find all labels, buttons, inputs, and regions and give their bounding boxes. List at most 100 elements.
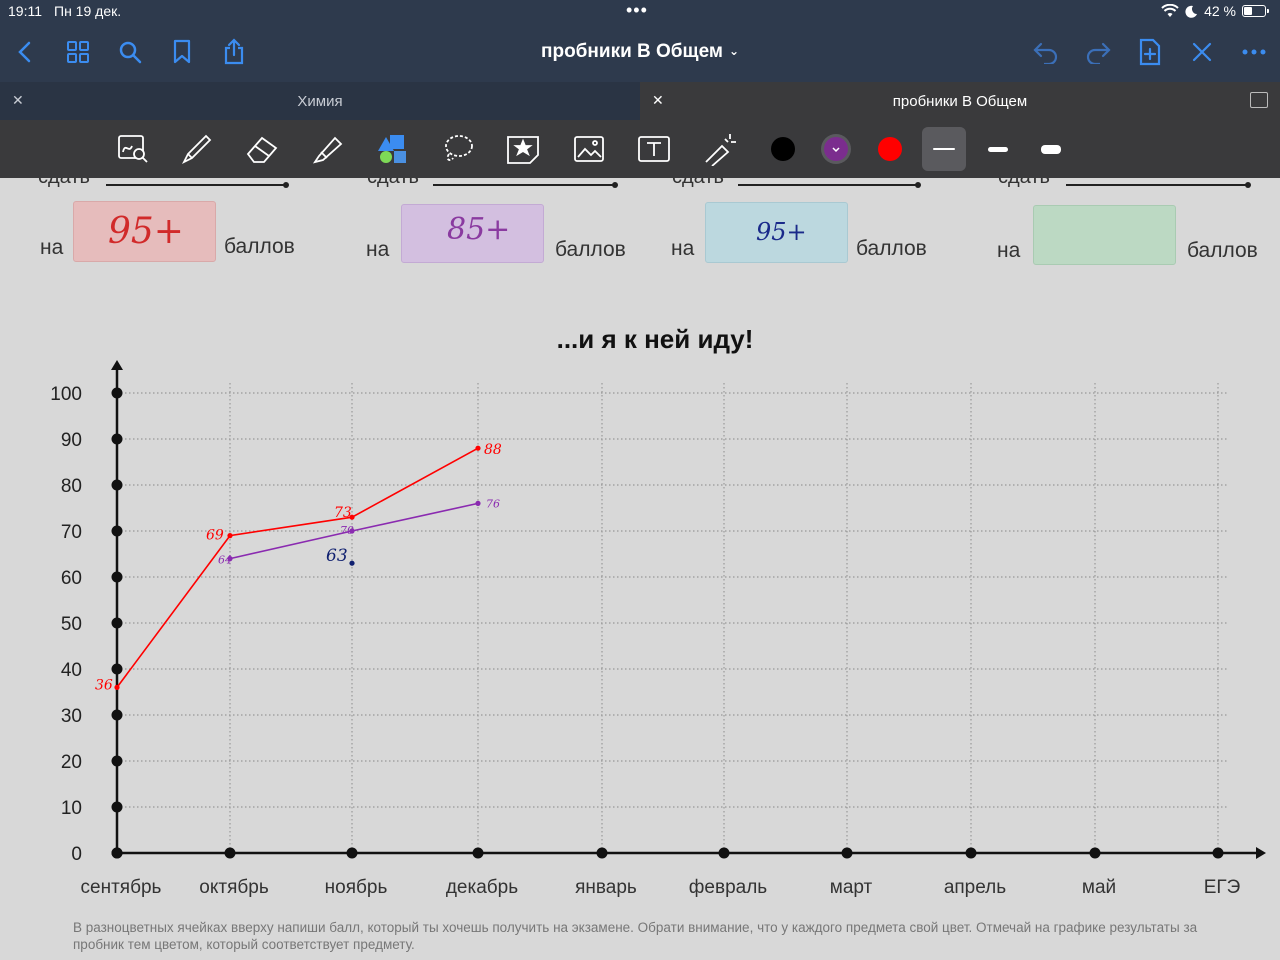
tab-label: пробники В Общем (892, 93, 1028, 110)
tab-bar: ✕ Химия ✕ пробники В Общем (0, 82, 1280, 120)
x-tick-label: февраль (689, 877, 768, 898)
color-black[interactable] (771, 137, 795, 161)
data-label: 73 (334, 505, 352, 521)
pen-close-icon[interactable] (1187, 37, 1217, 67)
x-tick-dot (472, 847, 484, 859)
y-tick-label: 100 (50, 384, 82, 405)
cut-word: сдать (367, 178, 419, 189)
eraser-icon[interactable] (243, 131, 281, 167)
series-line (116, 447, 479, 688)
x-tick-dot (346, 847, 358, 859)
image-icon[interactable] (570, 131, 608, 167)
redo-icon[interactable] (1083, 37, 1113, 67)
split-view-icon[interactable] (1250, 92, 1268, 108)
subject-line (738, 182, 921, 188)
wifi-icon (1161, 4, 1179, 17)
data-label: 64 (218, 554, 232, 567)
y-tick-label: 50 (61, 614, 82, 635)
y-tick-label: 90 (61, 430, 82, 451)
stroke-thin[interactable] (922, 127, 966, 171)
add-page-icon[interactable] (1135, 37, 1165, 67)
tab-chemistry[interactable]: ✕ Химия (0, 82, 640, 120)
data-point (114, 684, 120, 690)
x-tick-dot (965, 847, 977, 859)
y-tick-dot (111, 479, 123, 491)
score-chart[interactable]: 0 10 20 30 40 50 60 70 80 90 100 сентябрь октябрь ноя… (0, 356, 1280, 916)
battery-percent: 42 % (1204, 3, 1236, 19)
shapes-icon[interactable] (374, 131, 412, 167)
laser-pointer-icon[interactable] (701, 131, 739, 167)
status-right: 42 % (1161, 3, 1269, 19)
x-tick-label: март (830, 877, 873, 898)
data-label: 76 (486, 497, 500, 510)
x-tick-label: ЕГЭ (1204, 877, 1241, 898)
y-axis-arrow (111, 360, 123, 370)
target-prefix: на (40, 236, 64, 259)
color-purple[interactable] (824, 137, 848, 161)
y-tick-label: 0 (71, 844, 82, 865)
zoom-window-icon[interactable] (114, 131, 152, 167)
moon-icon (1185, 5, 1198, 18)
notebook-page[interactable]: сдать сдать сдать сдать на 95+ баллов на… (0, 178, 1280, 960)
y-tick-label: 20 (61, 752, 82, 773)
subject-line (433, 182, 618, 188)
undo-icon[interactable] (1031, 37, 1061, 67)
y-tick-dot (111, 571, 123, 583)
subject-line (1066, 182, 1251, 188)
target-suffix: баллов (555, 238, 626, 261)
stroke-medium[interactable] (976, 127, 1020, 171)
data-label: 63 (326, 546, 348, 566)
chart-grid (117, 383, 1228, 853)
data-point (349, 560, 355, 566)
battery-icon (1242, 5, 1269, 17)
x-tick-label: декабрь (446, 877, 518, 898)
status-time: 19:11 (8, 3, 42, 19)
y-tick-dot (111, 525, 123, 537)
y-tick-dot (111, 663, 123, 675)
x-tick-dot (111, 847, 123, 859)
nav-bar: пробники В Общем ⌄ (0, 24, 1280, 82)
x-tick-dot (1089, 847, 1101, 859)
x-axis-arrow (1256, 847, 1266, 859)
data-point (227, 533, 233, 539)
target-value: 95+ (756, 218, 807, 246)
target-value: 95+ (108, 211, 184, 252)
sticker-icon[interactable] (504, 131, 542, 167)
color-red[interactable] (878, 137, 902, 161)
target-suffix: баллов (856, 237, 927, 260)
data-label: 88 (484, 442, 502, 458)
text-box-icon[interactable] (635, 131, 673, 167)
tab-label: Химия (297, 93, 343, 110)
pen-icon[interactable] (178, 131, 216, 167)
target-box-green[interactable] (1033, 205, 1176, 265)
lasso-icon[interactable] (439, 131, 477, 167)
y-tick-label: 60 (61, 568, 82, 589)
data-label: 69 (206, 528, 224, 544)
cut-word: сдать (38, 178, 90, 189)
x-tick-dot (1212, 847, 1224, 859)
y-tick-dot (111, 755, 123, 767)
chart-series: 36 69 73 88 64 70 76 63 (95, 442, 502, 693)
x-tick-dot (841, 847, 853, 859)
target-suffix: баллов (1187, 239, 1258, 262)
instruction-footnote: В разноцветных ячейках вверху напиши бал… (73, 920, 1198, 952)
stroke-thick[interactable] (1029, 127, 1073, 171)
x-tick-dot (224, 847, 236, 859)
x-tick-label: ноябрь (325, 877, 388, 898)
highlighter-icon[interactable] (309, 131, 347, 167)
chart-ticks: 0 10 20 30 40 50 60 70 80 90 100 сентябрь октябрь ноя… (50, 384, 1240, 898)
y-tick-label: 70 (61, 522, 82, 543)
status-bar: 19:11 Пн 19 дек. ••• 42 % (0, 0, 1280, 24)
multitasking-dots-icon[interactable]: ••• (626, 0, 648, 21)
cut-word: сдать (672, 178, 724, 189)
x-tick-dot (596, 847, 608, 859)
document-title-text: пробники В Общем (540, 41, 723, 62)
drawing-toolbar (0, 120, 1280, 178)
subject-line (106, 182, 289, 188)
more-icon[interactable] (1239, 37, 1269, 67)
tab-probniki[interactable]: ✕ пробники В Общем (640, 82, 1280, 120)
target-prefix: на (671, 237, 695, 260)
x-tick-label: октябрь (199, 877, 269, 898)
y-tick-dot (111, 801, 123, 813)
y-tick-dot (111, 433, 123, 445)
